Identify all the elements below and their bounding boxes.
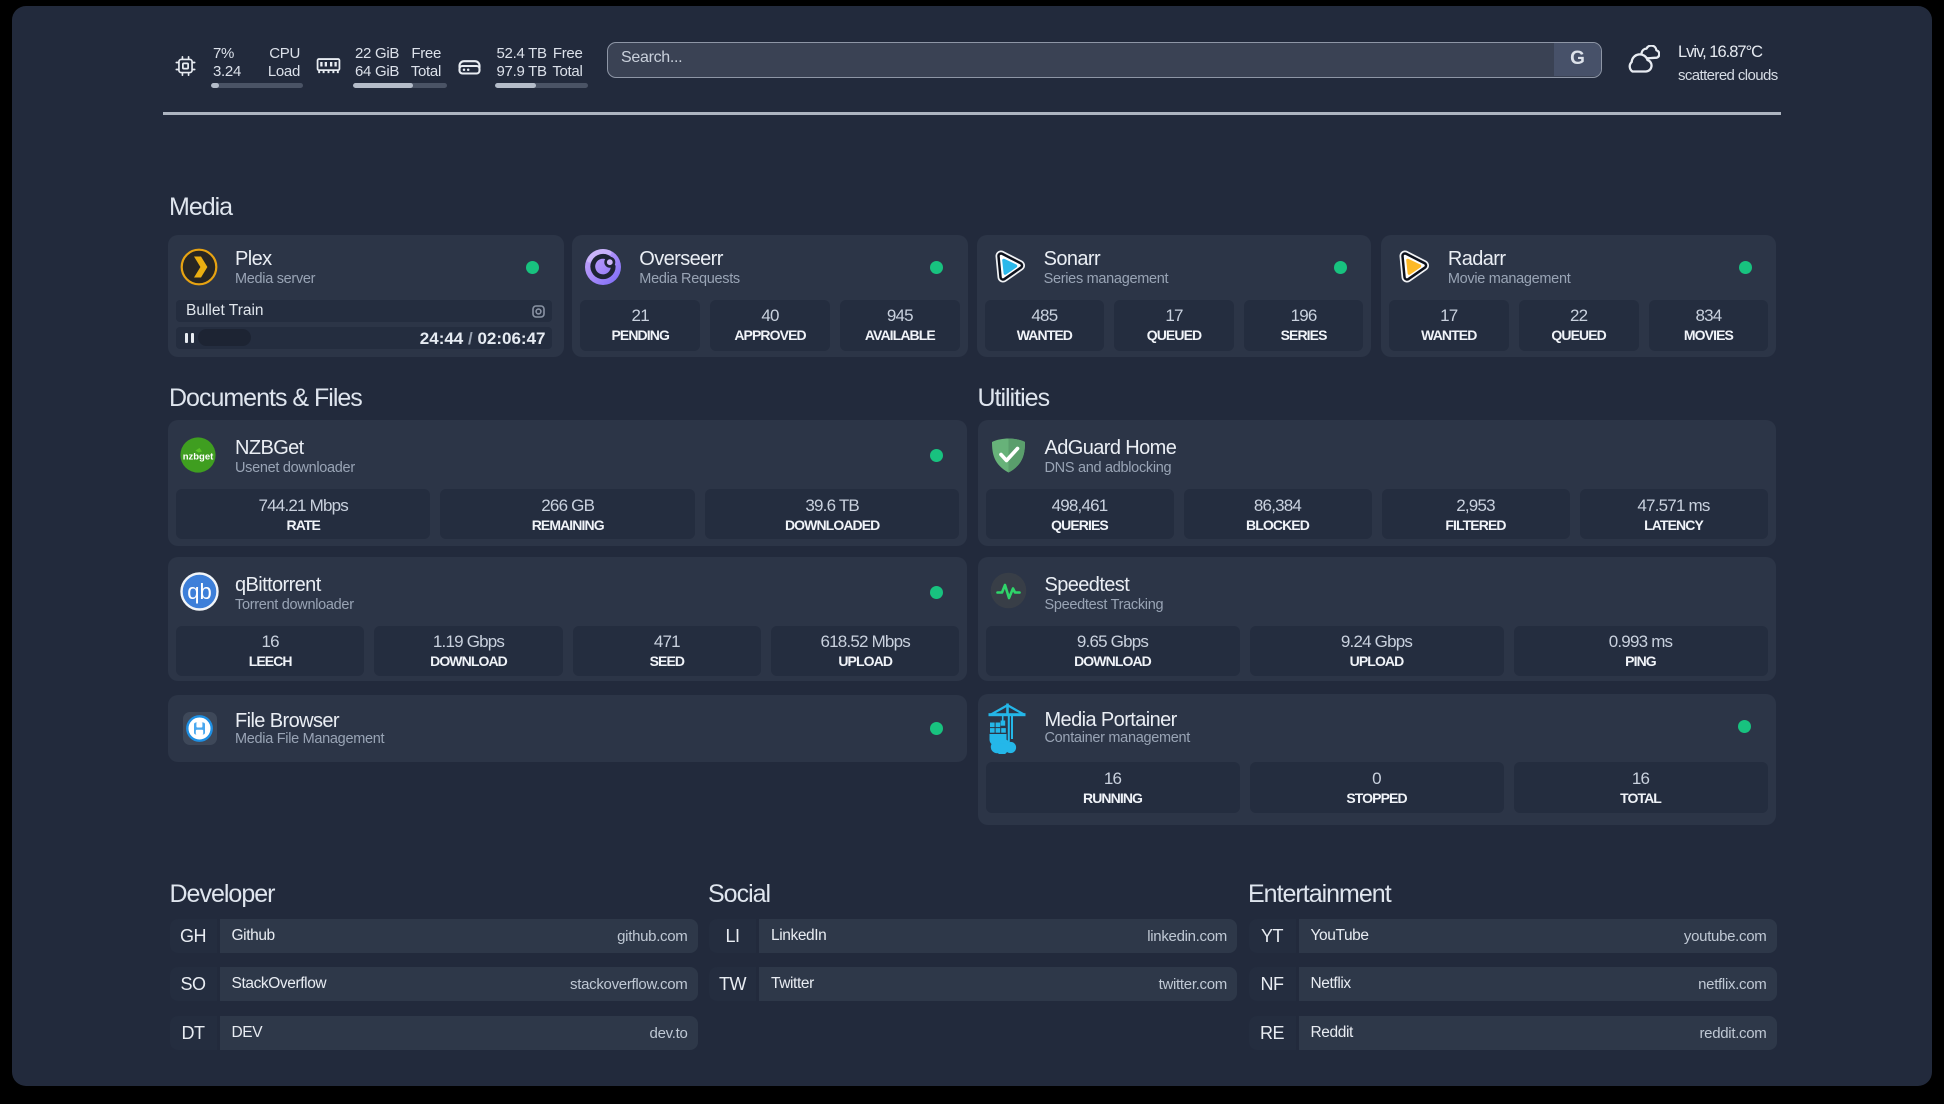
svg-text:qb: qb [187,579,211,604]
svg-text:nzbget: nzbget [183,452,214,463]
